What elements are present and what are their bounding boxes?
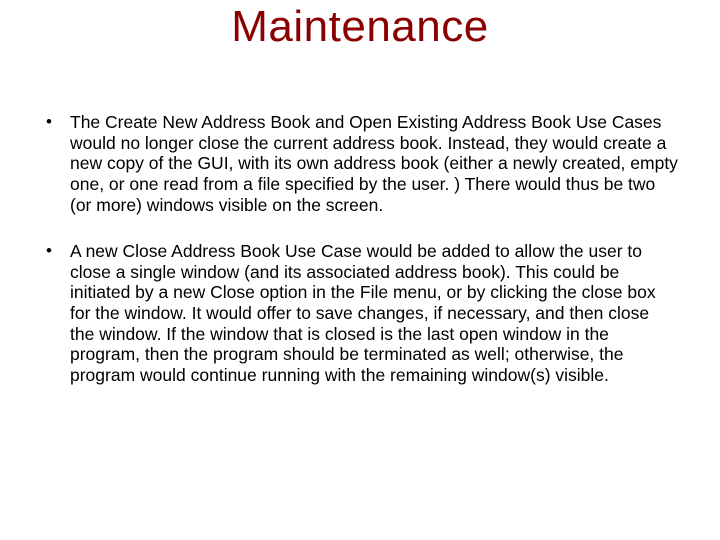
slide-body: The Create New Address Book and Open Exi… [0,52,720,386]
slide-title: Maintenance [0,0,720,52]
bullet-list: The Create New Address Book and Open Exi… [42,112,678,386]
list-item: The Create New Address Book and Open Exi… [42,112,678,215]
list-item: A new Close Address Book Use Case would … [42,241,678,385]
slide: Maintenance The Create New Address Book … [0,0,720,540]
